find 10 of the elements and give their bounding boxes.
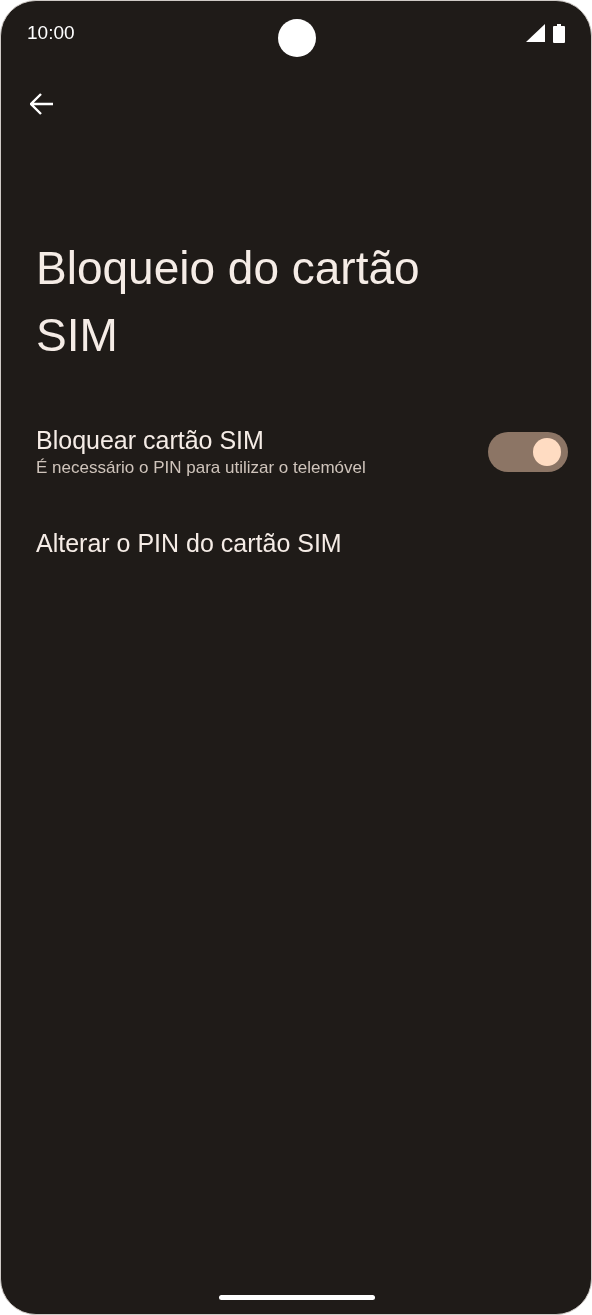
setting-title[interactable]: Bloquear cartão SIM: [36, 424, 488, 456]
back-arrow-icon: [30, 93, 54, 115]
page-title: Bloqueio do cartão SIM: [36, 241, 421, 363]
toggle-switch[interactable]: [488, 432, 568, 472]
battery-icon: [553, 23, 565, 43]
camera-cutout: [278, 19, 316, 57]
setting-title[interactable]: Alterar o PIN do cartão SIM: [36, 527, 556, 559]
setting-summary: É necessário o PIN para utilizar o telemóvel: [36, 457, 367, 479]
signal-icon: [526, 24, 545, 42]
status-time: 10:00: [27, 20, 75, 45]
